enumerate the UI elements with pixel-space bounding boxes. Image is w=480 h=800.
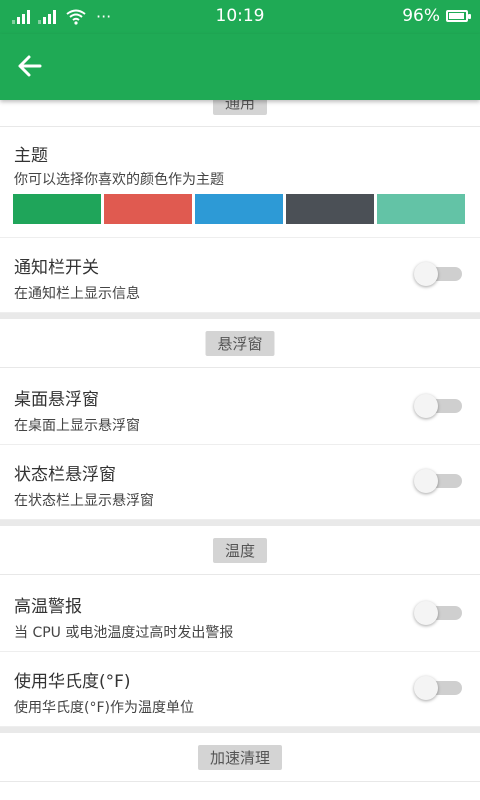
section-header-temperature: 温度 (0, 526, 480, 575)
section-header-general: 通用 (0, 100, 480, 127)
settings-list[interactable]: 通用 主题 你可以选择你喜欢的颜色作为主题 通知栏开关 在通知栏上显示信息 悬浮… (0, 100, 480, 800)
theme-swatch-blue[interactable] (195, 194, 283, 224)
theme-swatch-green[interactable] (13, 194, 101, 224)
setting-title: 高温警报 (14, 597, 82, 617)
statusbar-float-toggle[interactable] (414, 469, 464, 493)
theme-setting: 主题 你可以选择你喜欢的颜色作为主题 (0, 127, 480, 238)
setting-subtitle: 在通知栏上显示信息 (14, 286, 140, 302)
status-bar: ··· 10:19 96% (0, 0, 480, 34)
setting-title: 状态栏悬浮窗 (14, 465, 116, 485)
section-label: 温度 (212, 538, 268, 563)
high-temp-alert-toggle[interactable] (414, 601, 464, 625)
battery-percent: 96% (402, 6, 440, 26)
setting-subtitle: 在桌面上显示悬浮窗 (14, 418, 140, 434)
setting-subtitle: 在状态栏上显示悬浮窗 (14, 493, 154, 509)
section-header-cleanup: 加速清理 (0, 733, 480, 782)
fahrenheit-setting[interactable]: 使用华氏度(°F) 使用华氏度(°F)作为温度单位 (0, 651, 480, 727)
high-temp-alert-setting[interactable]: 高温警报 当 CPU 或电池温度过高时发出警报 (0, 576, 480, 652)
app-bar (0, 34, 480, 100)
battery-fill (449, 13, 465, 19)
theme-swatch-teal[interactable] (377, 194, 465, 224)
desktop-float-setting[interactable]: 桌面悬浮窗 在桌面上显示悬浮窗 (0, 369, 480, 445)
fahrenheit-toggle[interactable] (414, 676, 464, 700)
battery-icon (446, 10, 471, 22)
setting-title: 桌面悬浮窗 (14, 390, 99, 410)
setting-title: 使用华氏度(°F) (14, 672, 131, 692)
desktop-float-toggle[interactable] (414, 394, 464, 418)
section-label: 加速清理 (197, 745, 283, 770)
section-label: 通用 (212, 100, 268, 115)
theme-swatch-red[interactable] (104, 194, 192, 224)
arrow-left-icon (18, 55, 42, 77)
theme-swatch-dark-gray[interactable] (286, 194, 374, 224)
setting-title: 通知栏开关 (14, 258, 99, 278)
status-icons-right: 96% (402, 6, 471, 26)
theme-swatches (13, 194, 465, 224)
statusbar-float-setting[interactable]: 状态栏悬浮窗 在状态栏上显示悬浮窗 (0, 444, 480, 520)
notification-toggle[interactable] (414, 262, 464, 286)
setting-subtitle: 当 CPU 或电池温度过高时发出警报 (14, 625, 234, 641)
setting-subtitle: 你可以选择你喜欢的颜色作为主题 (14, 172, 224, 188)
section-header-float-window: 悬浮窗 (0, 319, 480, 368)
setting-subtitle: 使用华氏度(°F)作为温度单位 (14, 700, 194, 716)
setting-title: 主题 (14, 146, 48, 166)
back-button[interactable] (10, 46, 50, 86)
section-label: 悬浮窗 (205, 331, 275, 356)
notification-setting[interactable]: 通知栏开关 在通知栏上显示信息 (0, 237, 480, 313)
